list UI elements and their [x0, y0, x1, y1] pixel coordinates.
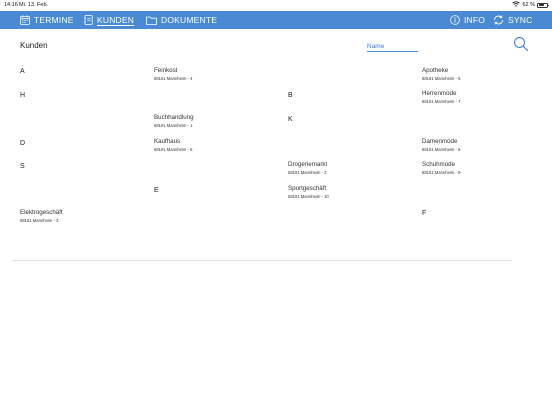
search-icon	[513, 37, 529, 56]
list-divider	[12, 260, 512, 261]
customer-name: Elektrogeschäft	[20, 209, 63, 216]
calendar-icon	[20, 15, 30, 25]
customer-address: 68161 Mannheim - 8	[422, 147, 461, 153]
folder-icon	[146, 16, 157, 25]
customer-entry[interactable]: Schuhmode 68161 Mannheim - 9	[422, 161, 461, 176]
tab-dokumente-label: DOKUMENTE	[161, 14, 218, 25]
customer-address: 68161 Mannheim - 2	[288, 170, 327, 176]
info-button[interactable]: INFO	[450, 11, 485, 29]
section-letter-a: A	[20, 68, 25, 75]
customer-address: 68161 Mannheim - 1	[154, 123, 193, 129]
customer-entry[interactable]: Drogeriemarkt 68161 Mannheim - 2	[288, 161, 328, 176]
sync-button[interactable]: SYNC	[493, 11, 532, 29]
customer-address: 68161 Mannheim - 3	[20, 218, 59, 224]
customer-name: Buchhandlung	[154, 114, 194, 121]
customer-address: 68161 Mannheim - 10	[288, 194, 329, 200]
section-letter-k: K	[288, 116, 293, 123]
top-navigation-bar: TERMINE KUNDEN DOKUMENTE INFO SYNC	[0, 11, 552, 29]
tab-dokumente[interactable]: DOKUMENTE	[146, 11, 217, 29]
status-right: 62 %	[512, 1, 549, 9]
customer-entry[interactable]: Herrenmode 68161 Mannheim - 7	[422, 90, 461, 105]
sync-icon	[493, 15, 504, 25]
info-icon	[450, 15, 460, 25]
info-label: INFO	[464, 14, 486, 25]
customer-entry[interactable]: Kaufhaus 68161 Mannheim - 6	[154, 138, 193, 153]
customer-name: Damenmode	[422, 138, 458, 145]
status-date: Mi. 13. Feb.	[19, 2, 49, 8]
customer-entry[interactable]: Feinkost 68161 Mannheim - 4	[154, 67, 193, 82]
tab-termine-label: TERMINE	[34, 14, 74, 25]
status-time: 14:16	[4, 2, 18, 8]
customer-name: Kaufhaus	[154, 138, 181, 145]
customer-entry[interactable]: Apotheke 68161 Mannheim - 5	[422, 67, 461, 82]
wifi-icon	[512, 1, 521, 9]
customer-name: Feinkost	[154, 67, 178, 74]
customer-name: Drogeriemarkt	[288, 161, 328, 168]
tab-termine[interactable]: TERMINE	[20, 11, 74, 29]
customer-address: 68161 Mannheim - 5	[422, 76, 461, 82]
customer-entry[interactable]: Buchhandlung 68161 Mannheim - 1	[154, 114, 194, 129]
battery-icon	[537, 2, 549, 8]
section-letter-e: E	[154, 187, 159, 194]
section-letter-s: S	[20, 163, 25, 170]
customer-address: 68161 Mannheim - 7	[422, 99, 461, 105]
customer-name: Herrenmode	[422, 90, 457, 97]
search-button[interactable]	[513, 36, 529, 52]
customer-entry[interactable]: Damenmode 68161 Mannheim - 8	[422, 138, 461, 153]
battery-percentage: 62 %	[522, 2, 535, 8]
section-letter-f: F	[422, 210, 427, 217]
customer-name: Sportgeschäft	[288, 185, 327, 192]
section-letter-b: B	[288, 92, 293, 99]
customer-address: 68161 Mannheim - 6	[154, 147, 193, 153]
tab-kunden[interactable]: KUNDEN	[84, 11, 134, 29]
customer-name: Apotheke	[422, 67, 449, 74]
customer-name: Schuhmode	[422, 161, 456, 168]
section-letter-h: H	[20, 92, 26, 99]
customer-address: 68161 Mannheim - 4	[154, 76, 193, 82]
name-search-input[interactable]	[367, 42, 418, 52]
sync-label: SYNC	[508, 14, 533, 25]
customer-address: 68161 Mannheim - 9	[422, 170, 461, 176]
page-title: Kunden	[20, 41, 48, 50]
customer-entry[interactable]: Elektrogeschäft 68161 Mannheim - 3	[20, 209, 63, 224]
address-book-icon	[84, 15, 93, 25]
customer-entry[interactable]: Sportgeschäft 68161 Mannheim - 10	[288, 185, 329, 200]
tab-kunden-label: KUNDEN	[97, 14, 135, 25]
section-letter-d: D	[20, 140, 26, 147]
status-bar: 14:16 Mi. 13. Feb. 62 %	[0, 0, 552, 11]
